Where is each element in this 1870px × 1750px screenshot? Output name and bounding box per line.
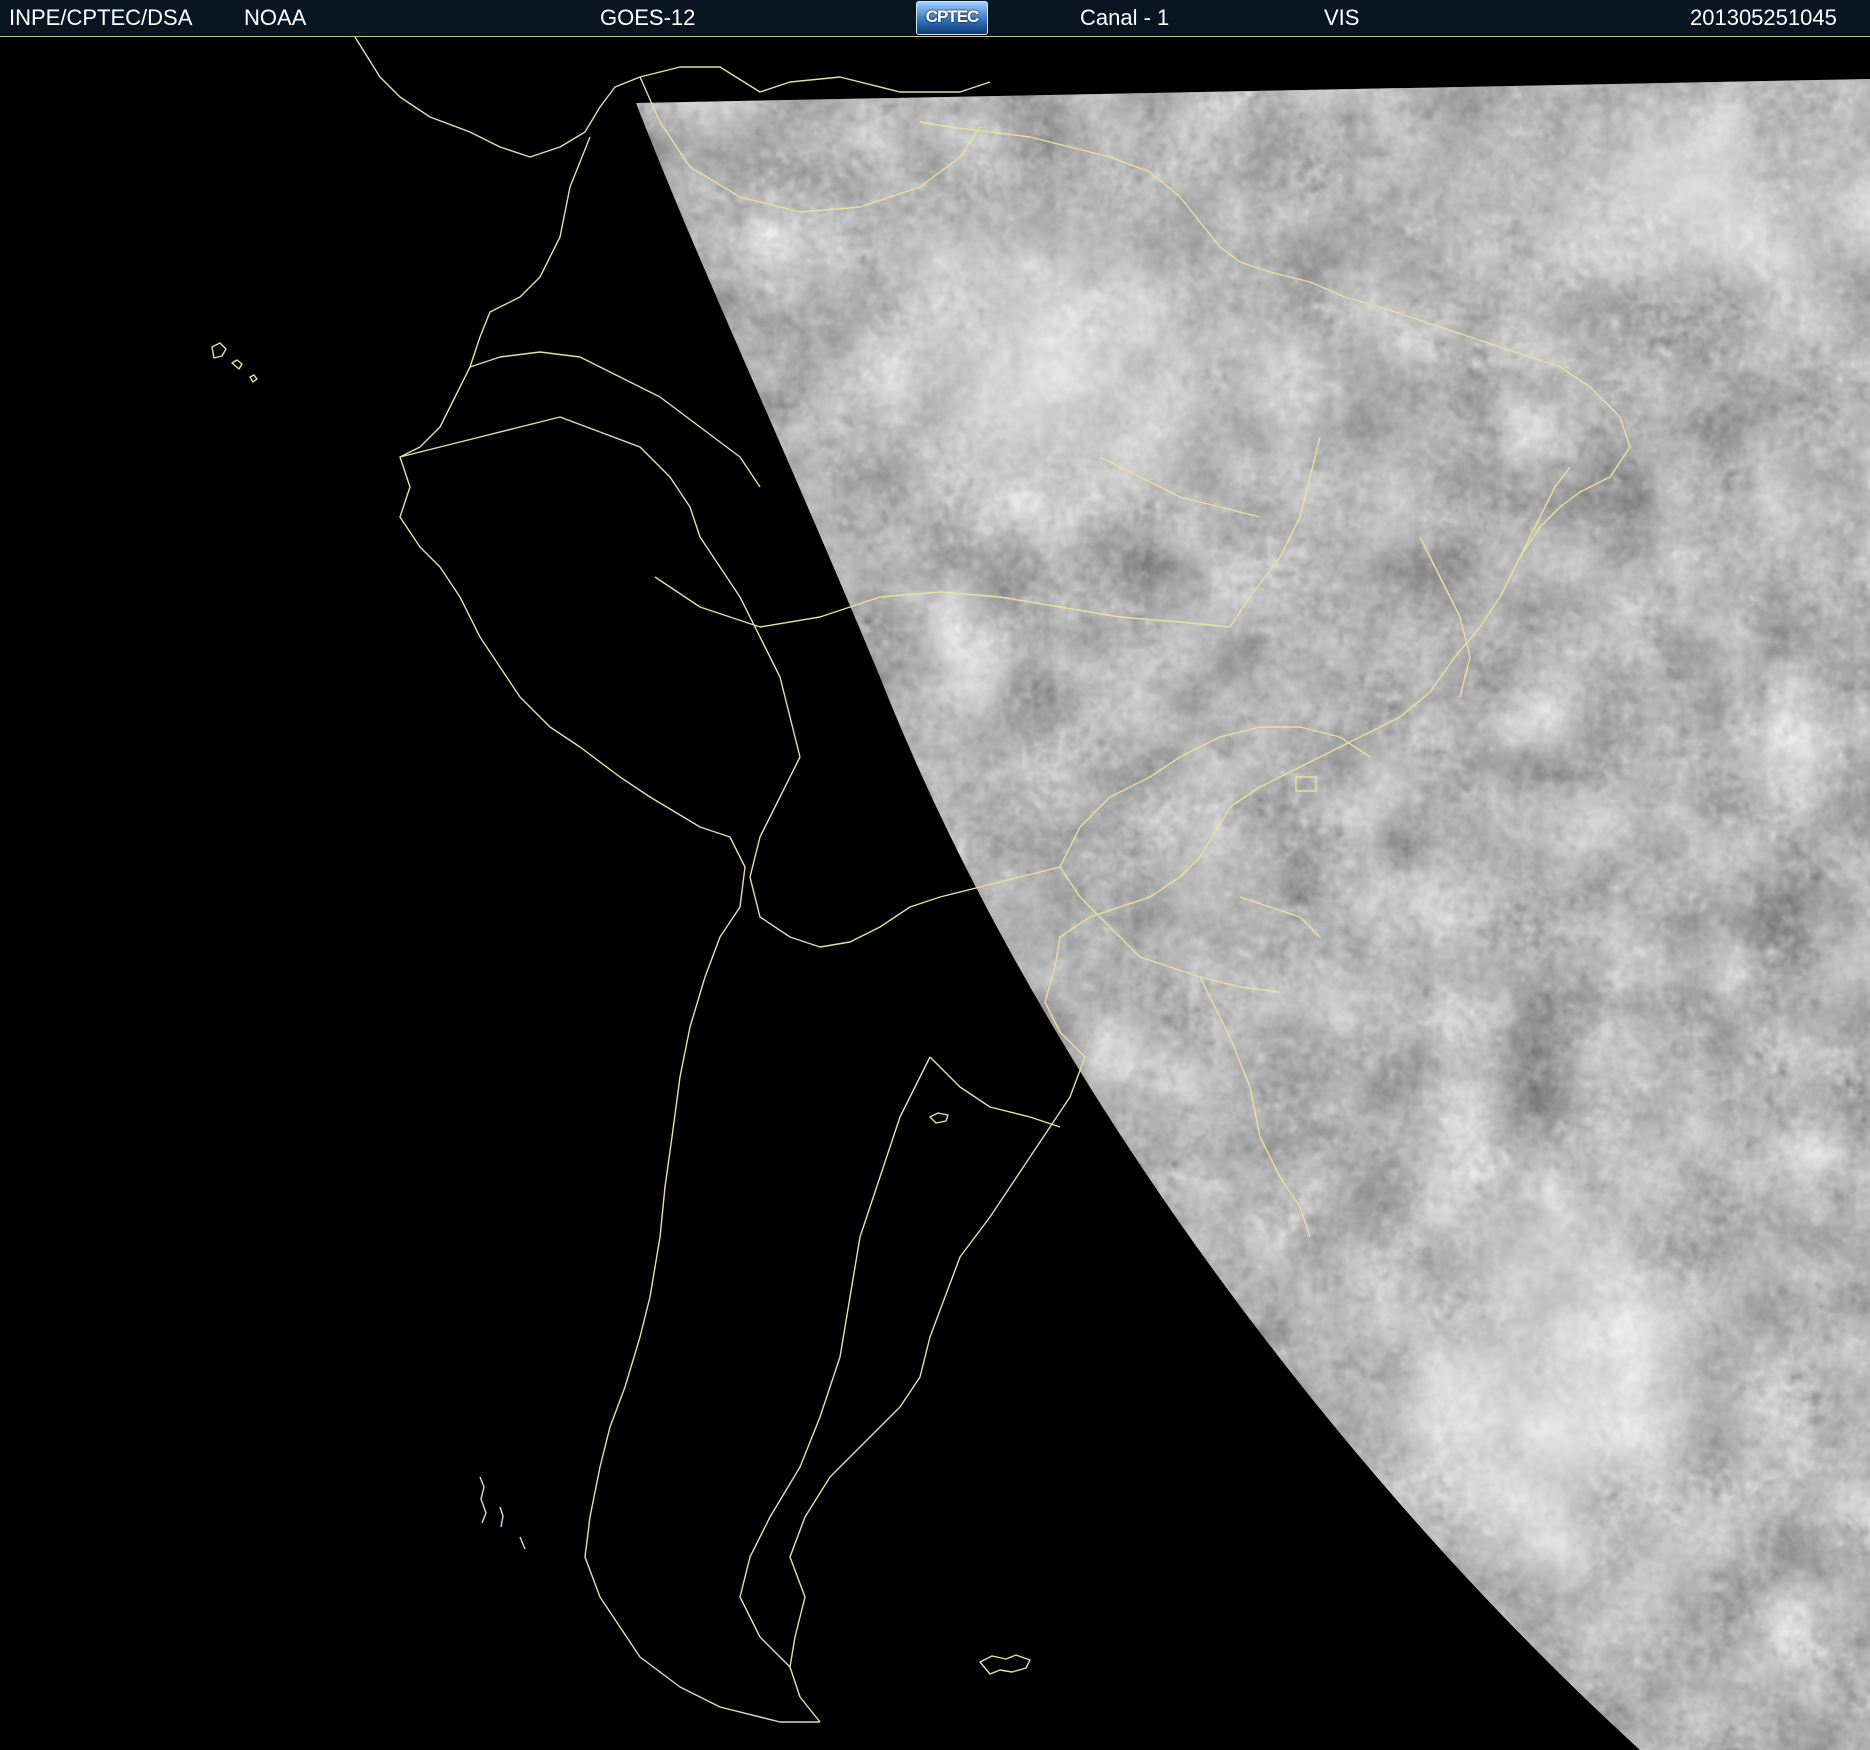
provider-label: NOAA xyxy=(244,5,307,30)
header-bar: INPE/CPTEC/DSA NOAA GOES-12 CPTEC Canal … xyxy=(0,0,1870,37)
cptec-logo: CPTEC xyxy=(916,1,988,35)
satellite-label: GOES-12 xyxy=(600,5,696,30)
timestamp-label: 201305251045 xyxy=(1690,5,1837,30)
band-label: VIS xyxy=(1324,5,1360,30)
agency-label: INPE/CPTEC/DSA xyxy=(9,5,193,30)
satellite-map-svg xyxy=(0,37,1870,1750)
channel-label: Canal - 1 xyxy=(1080,5,1170,30)
satellite-map xyxy=(0,37,1870,1750)
